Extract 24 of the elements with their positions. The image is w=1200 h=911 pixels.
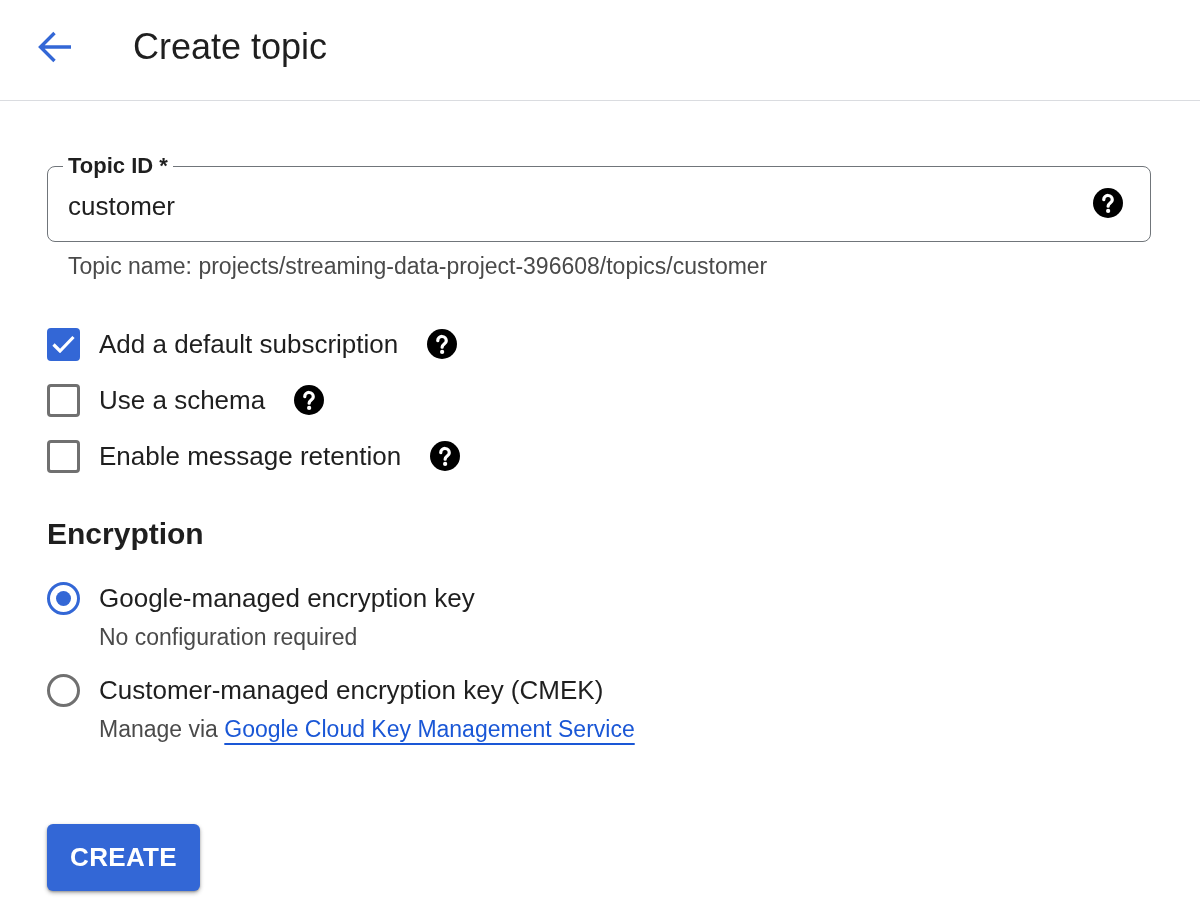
radio-button[interactable]	[47, 673, 80, 707]
checkbox-label[interactable]: Use a schema	[99, 384, 266, 416]
key-management-link[interactable]: Google Cloud Key Management Service	[224, 716, 635, 742]
back-arrow-icon[interactable]	[38, 31, 72, 63]
help-icon[interactable]	[427, 329, 458, 359]
checkbox[interactable]	[47, 439, 80, 473]
field-hint: Topic name: projects/streaming-data-project-396608/topics/customer	[68, 252, 768, 280]
checkbox[interactable]	[47, 383, 80, 417]
help-icon[interactable]	[1093, 188, 1123, 218]
checkbox[interactable]	[47, 327, 80, 361]
create-button[interactable]: CREATE	[47, 824, 200, 891]
page-title: Create topic	[133, 25, 328, 69]
checkmark-icon	[52, 335, 75, 353]
checkbox-label[interactable]: Enable message retention	[99, 440, 402, 472]
help-icon[interactable]	[430, 441, 461, 471]
option-description: Manage via Google Cloud Key Management Service	[99, 715, 635, 744]
radio-label[interactable]: Customer-managed encryption key (CMEK)	[99, 673, 604, 707]
section-heading: Encryption	[47, 516, 204, 552]
option-description: No configuration required	[99, 623, 358, 652]
help-icon[interactable]	[294, 385, 325, 415]
radio-label[interactable]: Google-managed encryption key	[99, 581, 475, 615]
checkbox-label[interactable]: Add a default subscription	[99, 328, 399, 360]
field-label: Topic ID *	[63, 154, 173, 178]
radio-button[interactable]	[47, 581, 80, 615]
